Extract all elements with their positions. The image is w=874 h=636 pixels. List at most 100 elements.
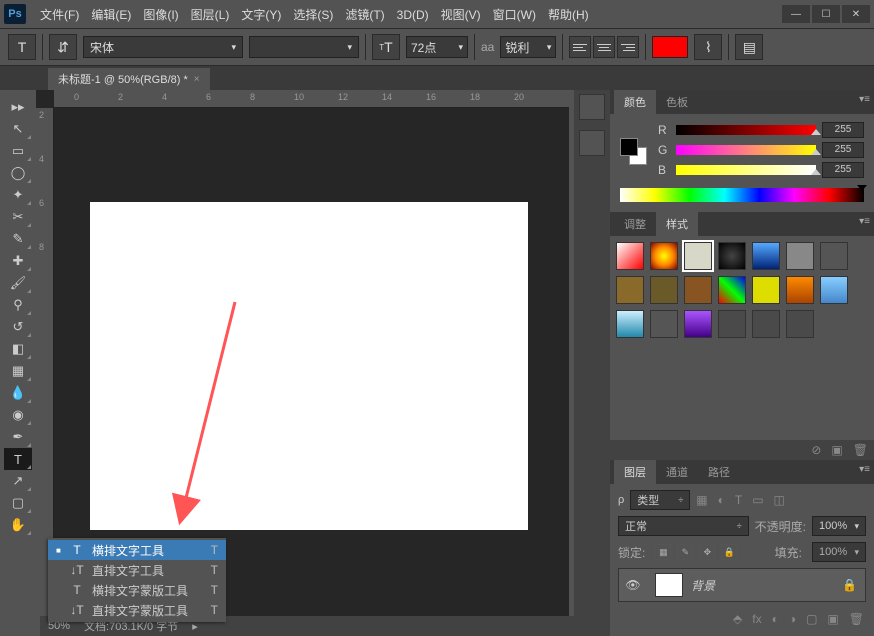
fill-input[interactable]: 100%▾ [812,542,866,562]
align-left-button[interactable] [569,36,591,58]
eraser-tool[interactable]: ◧ [4,338,32,360]
style-swatch[interactable] [786,242,814,270]
foreground-background-colors[interactable] [620,138,648,166]
opacity-input[interactable]: 100%▾ [812,516,866,536]
menu-item[interactable]: 滤镜(T) [339,4,390,26]
menu-item[interactable]: 图像(I) [137,4,184,26]
type-tool[interactable]: T [4,448,32,470]
pen-tool[interactable]: ✒ [4,426,32,448]
crop-tool[interactable]: ✂ [4,206,32,228]
slider-value[interactable]: 255 [822,122,864,138]
lock-all-icon[interactable]: 🔒 [721,544,737,560]
filter-smart-icon[interactable]: ◫ [774,493,785,507]
eyedropper-tool[interactable]: ✎ [4,228,32,250]
lock-position-icon[interactable]: ✥ [699,544,715,560]
style-swatch[interactable] [616,276,644,304]
tab-layers[interactable]: 图层 [614,460,656,484]
font-size-select[interactable]: 72点▾ [406,36,468,58]
stamp-tool[interactable]: ⚲ [4,294,32,316]
style-swatch[interactable] [684,242,712,270]
marquee-tool[interactable]: ▭ [4,140,32,162]
filter-adjust-icon[interactable]: ◐ [718,493,725,507]
style-swatch[interactable] [786,310,814,338]
text-color-swatch[interactable] [652,36,688,58]
flyout-item[interactable]: ↓T直排文字蒙版工具T [48,600,226,620]
gradient-tool[interactable]: ▦ [4,360,32,382]
layer-name[interactable]: 背景 [691,577,715,594]
close-button[interactable]: ✕ [842,5,870,23]
slider-value[interactable]: 255 [822,142,864,158]
filter-shape-icon[interactable]: ▭ [752,493,763,507]
warp-text-button[interactable]: ⌇ [694,34,722,60]
character-panel-button[interactable]: ▤ [735,34,763,60]
hand-tool[interactable]: ✋ [4,514,32,536]
layer-fx-icon[interactable]: fx [752,612,761,626]
style-swatch[interactable] [616,310,644,338]
collapsed-panel-icon[interactable] [579,130,605,156]
expand-tools-icon[interactable]: ▸▸ [4,96,32,118]
style-swatch[interactable] [684,276,712,304]
slider-G[interactable] [676,145,816,155]
flyout-item[interactable]: ↓T直排文字工具T [48,560,226,580]
dodge-tool[interactable]: ◉ [4,404,32,426]
style-swatch[interactable] [650,276,678,304]
style-swatch[interactable] [820,276,848,304]
delete-layer-icon[interactable]: 🗑 [849,612,864,626]
filter-pixel-icon[interactable]: ▦ [696,493,707,507]
quick-select-tool[interactable]: ✦ [4,184,32,206]
menu-item[interactable]: 选择(S) [287,4,339,26]
document-canvas[interactable] [90,202,528,530]
menu-item[interactable]: 窗口(W) [487,4,542,26]
menu-item[interactable]: 文字(Y) [235,4,287,26]
style-swatch[interactable] [752,310,780,338]
style-swatch[interactable] [616,242,644,270]
tab-color[interactable]: 颜色 [614,90,656,114]
style-swatch[interactable] [650,242,678,270]
style-swatch[interactable] [752,276,780,304]
lock-pixels-icon[interactable]: ✎ [677,544,693,560]
panel-menu-icon[interactable]: ▾≡ [859,464,870,475]
menu-item[interactable]: 文件(F) [34,4,85,26]
color-spectrum[interactable] [620,188,864,202]
brush-tool[interactable]: 🖌 [4,272,32,294]
antialias-select[interactable]: 锐利▾ [500,36,556,58]
menu-item[interactable]: 视图(V) [435,4,487,26]
new-group-icon[interactable]: ▢ [806,612,817,626]
new-layer-icon[interactable]: ▣ [827,612,838,626]
healing-tool[interactable]: ✚ [4,250,32,272]
style-swatch[interactable] [786,276,814,304]
layer-mask-icon[interactable]: ◐ [772,612,779,626]
menu-item[interactable]: 编辑(E) [85,4,137,26]
tab-styles[interactable]: 样式 [656,212,698,236]
menu-item[interactable]: 3D(D) [391,4,435,26]
tool-preset-icon[interactable]: T [8,34,36,60]
style-swatch[interactable] [650,310,678,338]
tab-paths[interactable]: 路径 [698,460,740,484]
style-swatch[interactable] [718,276,746,304]
rectangle-tool[interactable]: ▢ [4,492,32,514]
history-brush-tool[interactable]: ↺ [4,316,32,338]
minimize-button[interactable]: — [782,5,810,23]
lock-transparency-icon[interactable]: ▦ [655,544,671,560]
orientation-toggle[interactable]: ⇵ [49,34,77,60]
filter-type-icon[interactable]: T [735,493,742,507]
style-swatch[interactable] [820,242,848,270]
blur-tool[interactable]: 💧 [4,382,32,404]
slider-B[interactable] [676,165,816,175]
align-right-button[interactable] [617,36,639,58]
style-swatch[interactable] [718,242,746,270]
tab-adjustments[interactable]: 调整 [614,212,656,236]
tab-channels[interactable]: 通道 [656,460,698,484]
tab-swatches[interactable]: 色板 [656,90,698,114]
slider-R[interactable] [676,125,816,135]
font-family-select[interactable]: 宋体▾ [83,36,243,58]
slider-value[interactable]: 255 [822,162,864,178]
panel-menu-icon[interactable]: ▾≡ [859,216,870,227]
layer-row[interactable]: 👁 背景 🔒 [618,568,866,602]
style-swatch[interactable] [752,242,780,270]
maximize-button[interactable]: ☐ [812,5,840,23]
new-fill-layer-icon[interactable]: ◑ [789,612,796,626]
style-swatch[interactable] [718,310,746,338]
close-tab-icon[interactable]: × [194,74,200,85]
lasso-tool[interactable]: ◯ [4,162,32,184]
